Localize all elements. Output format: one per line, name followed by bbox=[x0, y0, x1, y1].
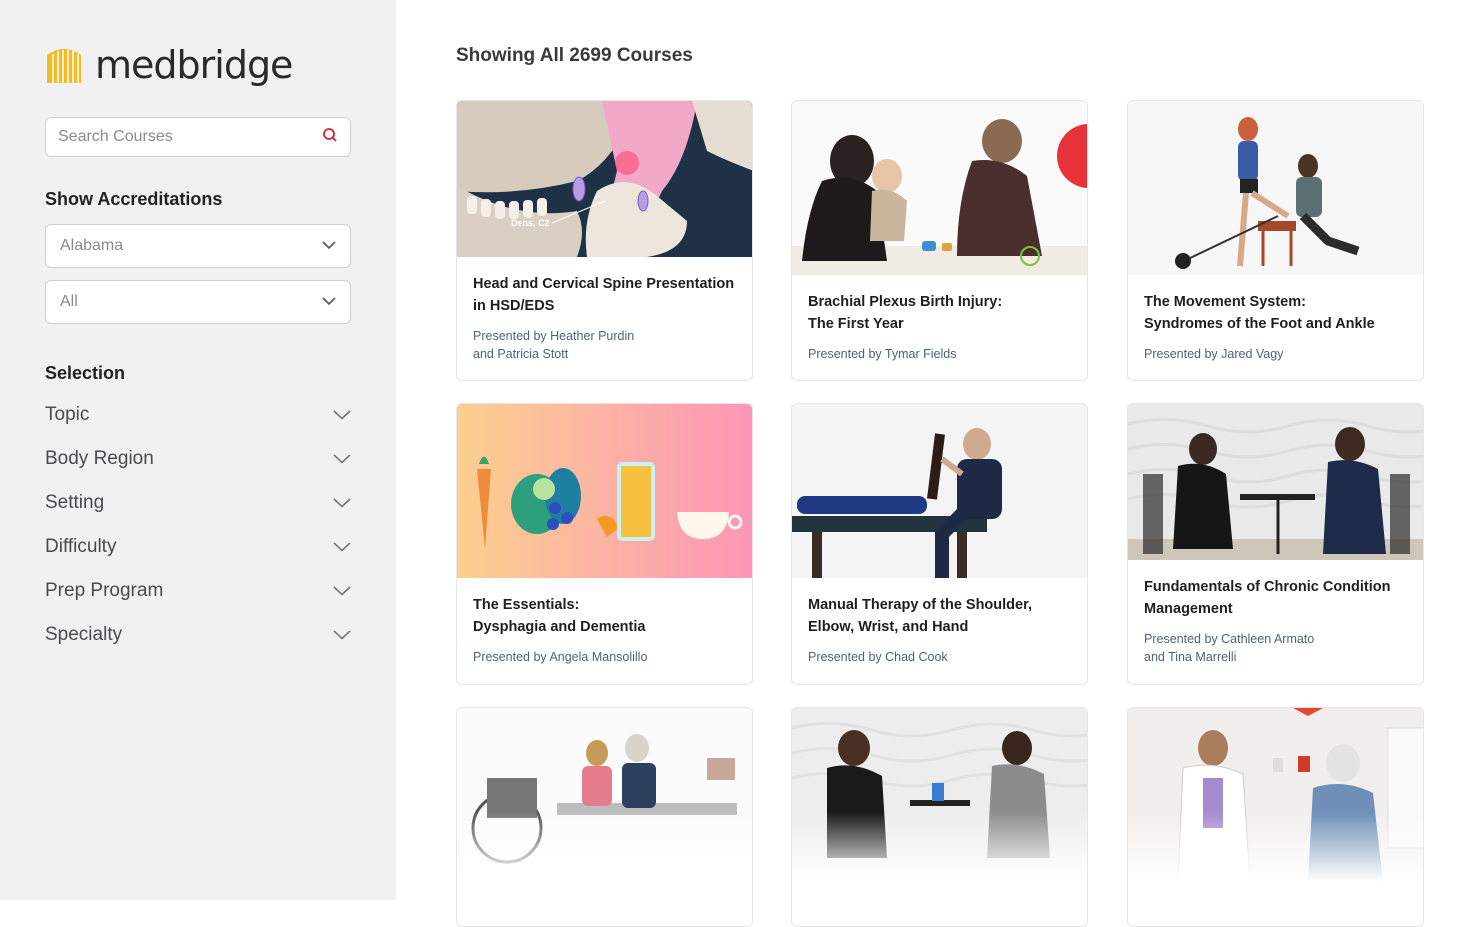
medbridge-logo[interactable]: medbridge bbox=[45, 43, 293, 87]
brand-name: medbridge bbox=[95, 43, 293, 87]
chevron-down-icon bbox=[322, 237, 336, 255]
profession-select[interactable]: All bbox=[45, 280, 351, 324]
results-heading: Showing All 2699 Courses bbox=[456, 45, 693, 66]
course-thumbnail bbox=[1128, 708, 1423, 882]
course-presenter: Presented by Tymar Fields bbox=[808, 347, 957, 361]
filter-label: Specialty bbox=[45, 624, 123, 645]
course-card[interactable] bbox=[1127, 707, 1424, 927]
course-presenter: Presented by Jared Vagy bbox=[1144, 347, 1284, 361]
thumbnail-label: Dens, C2 bbox=[511, 218, 550, 228]
filter-label: Prep Program bbox=[45, 580, 164, 601]
course-thumbnail: Dens, C2 bbox=[457, 101, 752, 257]
course-thumbnail bbox=[1128, 404, 1423, 560]
filter-label: Topic bbox=[45, 404, 90, 425]
chevron-down-icon bbox=[333, 448, 351, 470]
chevron-down-icon bbox=[333, 536, 351, 558]
course-card[interactable] bbox=[456, 707, 753, 927]
filter-body-region[interactable]: Body Region bbox=[45, 444, 351, 474]
search-input[interactable] bbox=[58, 128, 322, 146]
filter-label: Difficulty bbox=[45, 536, 117, 557]
filter-specialty[interactable]: Specialty bbox=[45, 620, 351, 650]
course-card[interactable]: Manual Therapy of the Shoulder, Elbow, W… bbox=[791, 403, 1088, 685]
chevron-down-icon bbox=[333, 624, 351, 646]
course-title[interactable]: The Movement System: Syndromes of the Fo… bbox=[1144, 291, 1407, 335]
course-title[interactable]: Brachial Plexus Birth Injury: The First … bbox=[808, 291, 1071, 335]
profession-select-value: All bbox=[60, 293, 78, 310]
filter-difficulty[interactable]: Difficulty bbox=[45, 532, 351, 562]
course-card[interactable]: The Essentials: Dysphagia and Dementia P… bbox=[456, 403, 753, 685]
accreditations-title: Show Accreditations bbox=[45, 189, 223, 209]
medbridge-logo-icon bbox=[45, 45, 83, 85]
course-thumbnail bbox=[792, 404, 1087, 578]
course-card[interactable]: Dens, C2 Head and Cervical Spine Present… bbox=[456, 100, 753, 381]
course-card[interactable]: The Movement System: Syndromes of the Fo… bbox=[1127, 100, 1424, 381]
search-box bbox=[45, 117, 351, 157]
search-icon[interactable] bbox=[322, 127, 338, 148]
filter-setting[interactable]: Setting bbox=[45, 488, 351, 518]
course-card[interactable] bbox=[791, 707, 1088, 927]
chevron-down-icon bbox=[333, 404, 351, 426]
filter-label: Setting bbox=[45, 492, 105, 513]
filter-label: Body Region bbox=[45, 448, 154, 469]
sidebar: medbridge Show Accreditations Alabama Al… bbox=[0, 0, 396, 900]
course-title[interactable]: The Essentials: Dysphagia and Dementia bbox=[473, 594, 736, 638]
course-title[interactable]: Head and Cervical Spine Presentation in … bbox=[473, 273, 736, 317]
course-thumbnail bbox=[457, 708, 752, 882]
chevron-down-icon bbox=[333, 492, 351, 514]
course-list: Showing All 2699 Courses Dens, C2 Head a… bbox=[396, 0, 1484, 927]
state-select[interactable]: Alabama bbox=[45, 224, 351, 268]
filter-topic[interactable]: Topic bbox=[45, 400, 351, 430]
course-thumbnail bbox=[1128, 101, 1423, 275]
course-presenter: Presented by Chad Cook bbox=[808, 650, 948, 664]
selection-title: Selection bbox=[45, 363, 126, 383]
course-title[interactable]: Manual Therapy of the Shoulder, Elbow, W… bbox=[808, 594, 1071, 638]
course-thumbnail bbox=[792, 708, 1087, 882]
course-presenter: Presented by Angela Mansolillo bbox=[473, 650, 648, 664]
chevron-down-icon bbox=[322, 293, 336, 311]
filter-prep-program[interactable]: Prep Program bbox=[45, 576, 351, 606]
course-thumbnail bbox=[457, 404, 752, 578]
state-select-value: Alabama bbox=[60, 237, 124, 254]
course-card[interactable]: Fundamentals of Chronic Condition Manage… bbox=[1127, 403, 1424, 685]
chevron-down-icon bbox=[333, 580, 351, 602]
course-presenter: Presented by Heather Purdin and Patricia… bbox=[473, 329, 635, 361]
course-thumbnail bbox=[792, 101, 1087, 275]
course-presenter: Presented by Cathleen Armato and Tina Ma… bbox=[1144, 632, 1315, 664]
course-title[interactable]: Fundamentals of Chronic Condition Manage… bbox=[1144, 576, 1407, 620]
course-card[interactable]: Brachial Plexus Birth Injury: The First … bbox=[791, 100, 1088, 381]
